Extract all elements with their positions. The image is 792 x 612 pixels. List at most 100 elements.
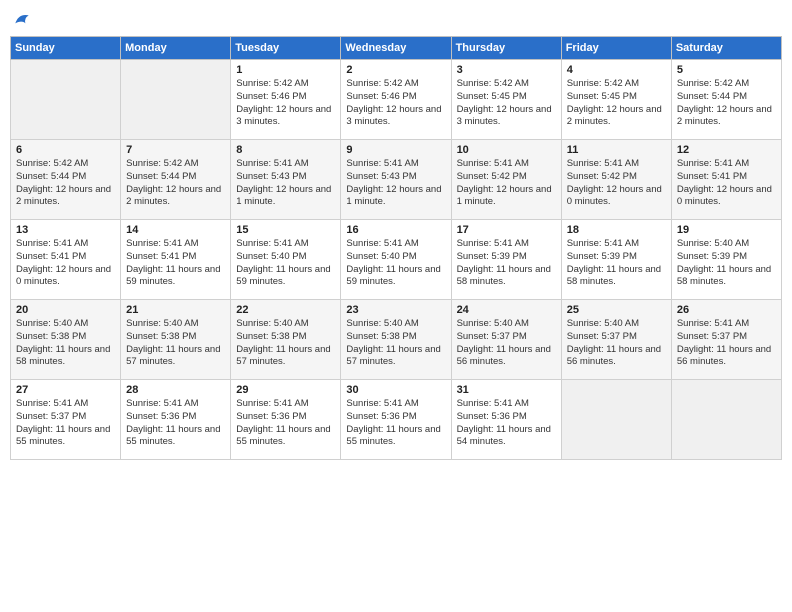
calendar-week-row: 6 Sunrise: 5:42 AM Sunset: 5:44 PM Daylig…: [11, 140, 782, 220]
calendar-cell: 16 Sunrise: 5:41 AM Sunset: 5:40 PM Dayli…: [341, 220, 451, 300]
calendar-cell: 31 Sunrise: 5:41 AM Sunset: 5:36 PM Dayli…: [451, 380, 561, 460]
calendar-cell: 30 Sunrise: 5:41 AM Sunset: 5:36 PM Dayli…: [341, 380, 451, 460]
day-info: Sunrise: 5:42 AM Sunset: 5:46 PM Dayligh…: [236, 78, 335, 129]
day-number: 7: [126, 144, 225, 156]
day-info: Sunrise: 5:41 AM Sunset: 5:36 PM Dayligh…: [126, 398, 225, 449]
calendar-cell: [671, 380, 781, 460]
day-number: 22: [236, 304, 335, 316]
day-info: Sunrise: 5:41 AM Sunset: 5:36 PM Dayligh…: [457, 398, 556, 449]
day-info: Sunrise: 5:41 AM Sunset: 5:39 PM Dayligh…: [567, 238, 666, 289]
calendar-cell: [11, 60, 121, 140]
day-info: Sunrise: 5:40 AM Sunset: 5:38 PM Dayligh…: [126, 318, 225, 369]
calendar-cell: 18 Sunrise: 5:41 AM Sunset: 5:39 PM Dayli…: [561, 220, 671, 300]
calendar-body: 1 Sunrise: 5:42 AM Sunset: 5:46 PM Daylig…: [11, 60, 782, 460]
day-number: 1: [236, 64, 335, 76]
calendar-cell: 20Sunrise: 5:40 AM Sunset: 5:38 PM Dayli…: [11, 300, 121, 380]
day-number: 12: [677, 144, 776, 156]
day-number: 2: [346, 64, 445, 76]
calendar-header-saturday: Saturday: [671, 37, 781, 60]
calendar-week-row: 20 Sunrise: 5:40 AM Sunset: 5:38 PM Dayli…: [11, 300, 782, 380]
calendar-cell: 5 Sunrise: 5:42 AM Sunset: 5:44 PM Daylig…: [671, 60, 781, 140]
calendar-cell: 17 Sunrise: 5:41 AM Sunset: 5:39 PM Dayli…: [451, 220, 561, 300]
calendar-header-thursday: Thursday: [451, 37, 561, 60]
day-number: 10: [457, 144, 556, 156]
calendar-header-wednesday: Wednesday: [341, 37, 451, 60]
day-info: Sunrise: 5:42 AM Sunset: 5:46 PM Dayligh…: [346, 78, 445, 129]
day-number: 8: [236, 144, 335, 156]
calendar-header-tuesday: Tuesday: [231, 37, 341, 60]
day-info: Sunrise: 5:41 AM Sunset: 5:36 PM Dayligh…: [346, 398, 445, 449]
day-number: 15: [236, 224, 335, 236]
day-number: 9: [346, 144, 445, 156]
calendar-cell: [561, 380, 671, 460]
calendar-cell: 27 Sunrise: 5:41 AM Sunset: 5:37 PM Dayli…: [11, 380, 121, 460]
day-number: 25: [567, 304, 666, 316]
day-number: 5: [677, 64, 776, 76]
calendar-cell: 8Sunrise: 5:41 AM Sunset: 5:43 PM Daylig…: [231, 140, 341, 220]
day-info: Sunrise: 5:42 AM Sunset: 5:44 PM Dayligh…: [126, 158, 225, 209]
header: [10, 10, 782, 30]
day-number: 29: [236, 384, 335, 396]
day-info: Sunrise: 5:40 AM Sunset: 5:37 PM Dayligh…: [457, 318, 556, 369]
calendar-cell: 21 Sunrise: 5:40 AM Sunset: 5:38 PM Dayli…: [121, 300, 231, 380]
calendar-cell: 7 Sunrise: 5:42 AM Sunset: 5:44 PM Daylig…: [121, 140, 231, 220]
calendar-cell: 14Sunrise: 5:41 AM Sunset: 5:41 PM Dayli…: [121, 220, 231, 300]
day-number: 13: [16, 224, 115, 236]
calendar-cell: 23Sunrise: 5:40 AM Sunset: 5:38 PM Dayli…: [341, 300, 451, 380]
day-info: Sunrise: 5:41 AM Sunset: 5:40 PM Dayligh…: [346, 238, 445, 289]
calendar-cell: 2 Sunrise: 5:42 AM Sunset: 5:46 PM Daylig…: [341, 60, 451, 140]
day-info: Sunrise: 5:40 AM Sunset: 5:37 PM Dayligh…: [567, 318, 666, 369]
day-info: Sunrise: 5:42 AM Sunset: 5:44 PM Dayligh…: [677, 78, 776, 129]
day-number: 19: [677, 224, 776, 236]
calendar-cell: 1 Sunrise: 5:42 AM Sunset: 5:46 PM Daylig…: [231, 60, 341, 140]
logo: [10, 10, 32, 30]
day-info: Sunrise: 5:41 AM Sunset: 5:36 PM Dayligh…: [236, 398, 335, 449]
day-number: 4: [567, 64, 666, 76]
day-number: 18: [567, 224, 666, 236]
calendar-week-row: 13Sunrise: 5:41 AM Sunset: 5:41 PM Dayli…: [11, 220, 782, 300]
day-info: Sunrise: 5:41 AM Sunset: 5:40 PM Dayligh…: [236, 238, 335, 289]
calendar-week-row: 27 Sunrise: 5:41 AM Sunset: 5:37 PM Dayli…: [11, 380, 782, 460]
calendar-table: SundayMondayTuesdayWednesdayThursdayFrid…: [10, 36, 782, 460]
calendar-cell: 26 Sunrise: 5:41 AM Sunset: 5:37 PM Dayli…: [671, 300, 781, 380]
day-info: Sunrise: 5:40 AM Sunset: 5:39 PM Dayligh…: [677, 238, 776, 289]
calendar-cell: 3Sunrise: 5:42 AM Sunset: 5:45 PM Daylig…: [451, 60, 561, 140]
day-info: Sunrise: 5:41 AM Sunset: 5:39 PM Dayligh…: [457, 238, 556, 289]
calendar-cell: 15 Sunrise: 5:41 AM Sunset: 5:40 PM Dayli…: [231, 220, 341, 300]
day-number: 28: [126, 384, 225, 396]
calendar-cell: 19 Sunrise: 5:40 AM Sunset: 5:39 PM Dayli…: [671, 220, 781, 300]
logo-bird-icon: [12, 10, 32, 30]
calendar-cell: 11Sunrise: 5:41 AM Sunset: 5:42 PM Dayli…: [561, 140, 671, 220]
day-info: Sunrise: 5:41 AM Sunset: 5:43 PM Dayligh…: [346, 158, 445, 209]
day-number: 27: [16, 384, 115, 396]
day-info: Sunrise: 5:41 AM Sunset: 5:37 PM Dayligh…: [16, 398, 115, 449]
day-number: 23: [346, 304, 445, 316]
day-number: 17: [457, 224, 556, 236]
day-number: 31: [457, 384, 556, 396]
calendar-cell: 10 Sunrise: 5:41 AM Sunset: 5:42 PM Dayli…: [451, 140, 561, 220]
day-number: 16: [346, 224, 445, 236]
calendar-cell: 9 Sunrise: 5:41 AM Sunset: 5:43 PM Daylig…: [341, 140, 451, 220]
calendar-week-row: 1 Sunrise: 5:42 AM Sunset: 5:46 PM Daylig…: [11, 60, 782, 140]
day-info: Sunrise: 5:42 AM Sunset: 5:45 PM Dayligh…: [567, 78, 666, 129]
calendar-cell: [121, 60, 231, 140]
day-info: Sunrise: 5:41 AM Sunset: 5:42 PM Dayligh…: [457, 158, 556, 209]
day-info: Sunrise: 5:42 AM Sunset: 5:44 PM Dayligh…: [16, 158, 115, 209]
day-info: Sunrise: 5:41 AM Sunset: 5:37 PM Dayligh…: [677, 318, 776, 369]
calendar-cell: 6 Sunrise: 5:42 AM Sunset: 5:44 PM Daylig…: [11, 140, 121, 220]
day-number: 26: [677, 304, 776, 316]
day-number: 20: [16, 304, 115, 316]
calendar-cell: 25 Sunrise: 5:40 AM Sunset: 5:37 PM Dayli…: [561, 300, 671, 380]
day-info: Sunrise: 5:40 AM Sunset: 5:38 PM Dayligh…: [236, 318, 335, 369]
calendar-cell: 28 Sunrise: 5:41 AM Sunset: 5:36 PM Dayli…: [121, 380, 231, 460]
day-info: Sunrise: 5:42 AM Sunset: 5:45 PM Dayligh…: [457, 78, 556, 129]
calendar-header-monday: Monday: [121, 37, 231, 60]
day-info: Sunrise: 5:41 AM Sunset: 5:42 PM Dayligh…: [567, 158, 666, 209]
calendar-header-sunday: Sunday: [11, 37, 121, 60]
day-number: 24: [457, 304, 556, 316]
calendar-header-row: SundayMondayTuesdayWednesdayThursdayFrid…: [11, 37, 782, 60]
day-number: 30: [346, 384, 445, 396]
day-number: 14: [126, 224, 225, 236]
day-number: 6: [16, 144, 115, 156]
day-number: 21: [126, 304, 225, 316]
